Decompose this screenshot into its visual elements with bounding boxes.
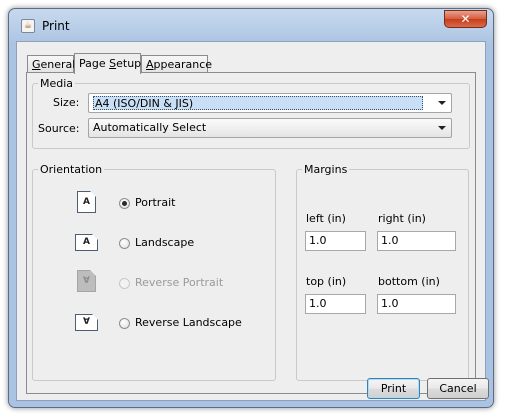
tab-appearance-label: Appearance bbox=[146, 58, 213, 71]
title-bar[interactable]: ☕ Print ✕ bbox=[9, 9, 493, 43]
margins-group: Margins left (in) 1.0 right (in) 1.0 top… bbox=[296, 163, 469, 381]
print-dialog: ☕ Print ✕ General Page Setup Appearance … bbox=[8, 8, 494, 408]
source-label: Source: bbox=[38, 122, 80, 135]
cancel-button[interactable]: Cancel bbox=[427, 378, 489, 399]
landscape-radio[interactable] bbox=[119, 238, 130, 249]
size-dropdown[interactable]: A4 (ISO/DIN & JIS) bbox=[88, 93, 452, 113]
orientation-group: Orientation A Portrait A Landscape ∀ Rev… bbox=[32, 163, 276, 381]
reverse-portrait-radio bbox=[119, 278, 130, 289]
tab-general[interactable]: General bbox=[27, 55, 76, 73]
right-margin-field[interactable]: 1.0 bbox=[377, 231, 456, 251]
reverse-portrait-icon: ∀ bbox=[77, 270, 96, 292]
size-value: A4 (ISO/DIN & JIS) bbox=[93, 96, 423, 110]
source-value: Automatically Select bbox=[93, 121, 207, 134]
bottom-margin-field[interactable]: 1.0 bbox=[377, 294, 456, 314]
left-margin-field[interactable]: 1.0 bbox=[305, 231, 366, 251]
top-margin-field[interactable]: 1.0 bbox=[305, 294, 366, 314]
bottom-margin-label: bottom (in) bbox=[378, 275, 440, 288]
portrait-radio[interactable] bbox=[119, 198, 130, 209]
page-setup-panel: Media Size: A4 (ISO/DIN & JIS) Source: A… bbox=[26, 72, 476, 394]
landscape-icon: A bbox=[75, 234, 98, 251]
source-dropdown[interactable]: Automatically Select bbox=[88, 118, 452, 138]
window-title: Print bbox=[42, 19, 70, 33]
print-button[interactable]: Print bbox=[367, 378, 420, 399]
dialog-content: General Page Setup Appearance Media Size… bbox=[16, 41, 489, 401]
tab-general-label: General bbox=[32, 58, 76, 71]
landscape-label[interactable]: Landscape bbox=[135, 236, 194, 249]
close-button[interactable]: ✕ bbox=[444, 10, 487, 28]
tab-appearance[interactable]: Appearance bbox=[141, 55, 212, 73]
java-cup-icon: ☕ bbox=[21, 19, 35, 33]
reverse-landscape-radio[interactable] bbox=[119, 318, 130, 329]
tab-page-setup-label: Page Setup bbox=[79, 57, 142, 70]
portrait-label[interactable]: Portrait bbox=[135, 196, 175, 209]
orientation-group-title: Orientation bbox=[38, 163, 105, 176]
portrait-icon: A bbox=[77, 191, 96, 213]
margins-group-title: Margins bbox=[302, 163, 350, 176]
reverse-portrait-label: Reverse Portrait bbox=[135, 276, 224, 289]
tab-page-setup[interactable]: Page Setup bbox=[74, 53, 141, 74]
size-label: Size: bbox=[53, 96, 80, 109]
media-group-title: Media bbox=[38, 77, 76, 90]
reverse-landscape-label[interactable]: Reverse Landscape bbox=[135, 316, 242, 329]
reverse-landscape-icon: ∀ bbox=[75, 314, 98, 331]
chevron-down-icon bbox=[438, 126, 446, 130]
close-icon: ✕ bbox=[460, 12, 471, 26]
chevron-down-icon bbox=[438, 101, 446, 105]
left-margin-label: left (in) bbox=[306, 212, 346, 225]
right-margin-label: right (in) bbox=[378, 212, 426, 225]
media-group: Media Size: A4 (ISO/DIN & JIS) Source: A… bbox=[32, 77, 470, 149]
top-margin-label: top (in) bbox=[306, 275, 347, 288]
